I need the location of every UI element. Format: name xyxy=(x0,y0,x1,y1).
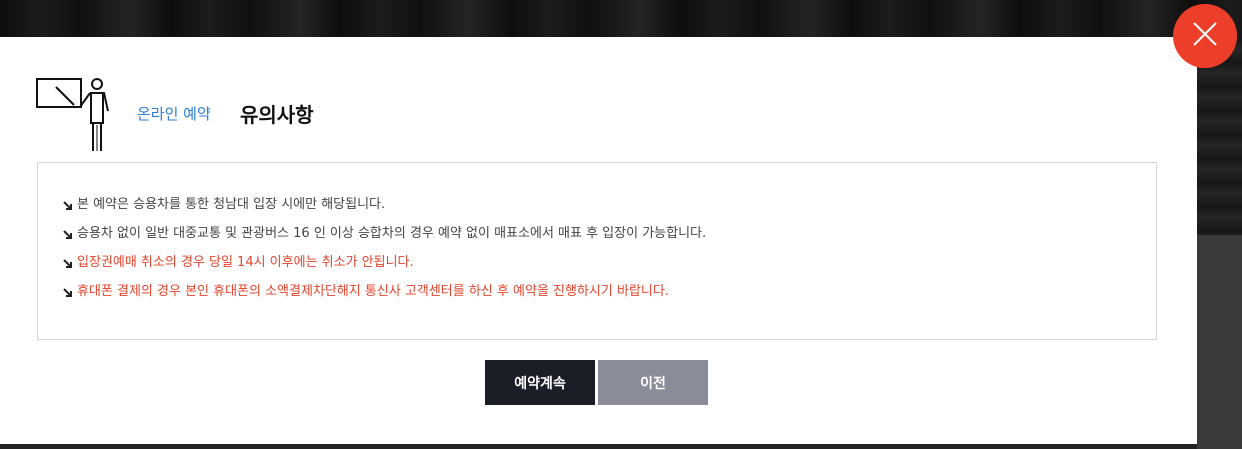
notice-text: 승용차 없이 일반 대중교통 및 관광버스 16 인 이상 승합차의 경우 예약… xyxy=(77,226,707,241)
arrow-bullet-icon xyxy=(62,224,74,244)
notice-modal: 온라인 예약 유의사항 본 예약은 승용차를 통한 청남대 입장 시에만 해당됩… xyxy=(0,37,1197,444)
notice-item-warning: 휴대폰 결제의 경우 본인 휴대폰의 소액결제차단해지 통신사 고객센터를 하신… xyxy=(62,282,706,311)
close-button[interactable] xyxy=(1173,4,1237,68)
arrow-bullet-icon xyxy=(62,253,74,273)
notice-item: 승용차 없이 일반 대중교통 및 관광버스 16 인 이상 승합차의 경우 예약… xyxy=(62,224,706,253)
previous-button[interactable]: 이전 xyxy=(598,360,708,405)
notice-list: 본 예약은 승용차를 통한 청남대 입장 시에만 해당됩니다. 승용차 없이 일… xyxy=(62,195,706,311)
section-label: 온라인 예약 xyxy=(137,105,211,123)
notice-text: 휴대폰 결제의 경우 본인 휴대폰의 소액결제차단해지 통신사 고객센터를 하신… xyxy=(77,284,669,299)
continue-reservation-button[interactable]: 예약계속 xyxy=(485,360,595,405)
backdrop-photo-strip xyxy=(0,0,1242,37)
notice-box: 본 예약은 승용차를 통한 청남대 입장 시에만 해당됩니다. 승용차 없이 일… xyxy=(37,162,1157,340)
arrow-bullet-icon xyxy=(62,282,74,302)
notice-text: 입장권예매 취소의 경우 당일 14시 이후에는 취소가 안됩니다. xyxy=(77,255,414,270)
modal-bottom-edge xyxy=(0,444,1197,449)
page-title: 유의사항 xyxy=(240,103,314,127)
notice-item-warning: 입장권예매 취소의 경우 당일 14시 이후에는 취소가 안됩니다. xyxy=(62,253,706,282)
close-icon xyxy=(1192,21,1218,51)
notice-text: 본 예약은 승용차를 통한 청남대 입장 시에만 해당됩니다. xyxy=(77,197,386,212)
arrow-bullet-icon xyxy=(62,195,74,215)
modal-header: 온라인 예약 유의사항 xyxy=(36,77,436,153)
presenter-icon xyxy=(36,77,116,153)
notice-item: 본 예약은 승용차를 통한 청남대 입장 시에만 해당됩니다. xyxy=(62,195,706,224)
